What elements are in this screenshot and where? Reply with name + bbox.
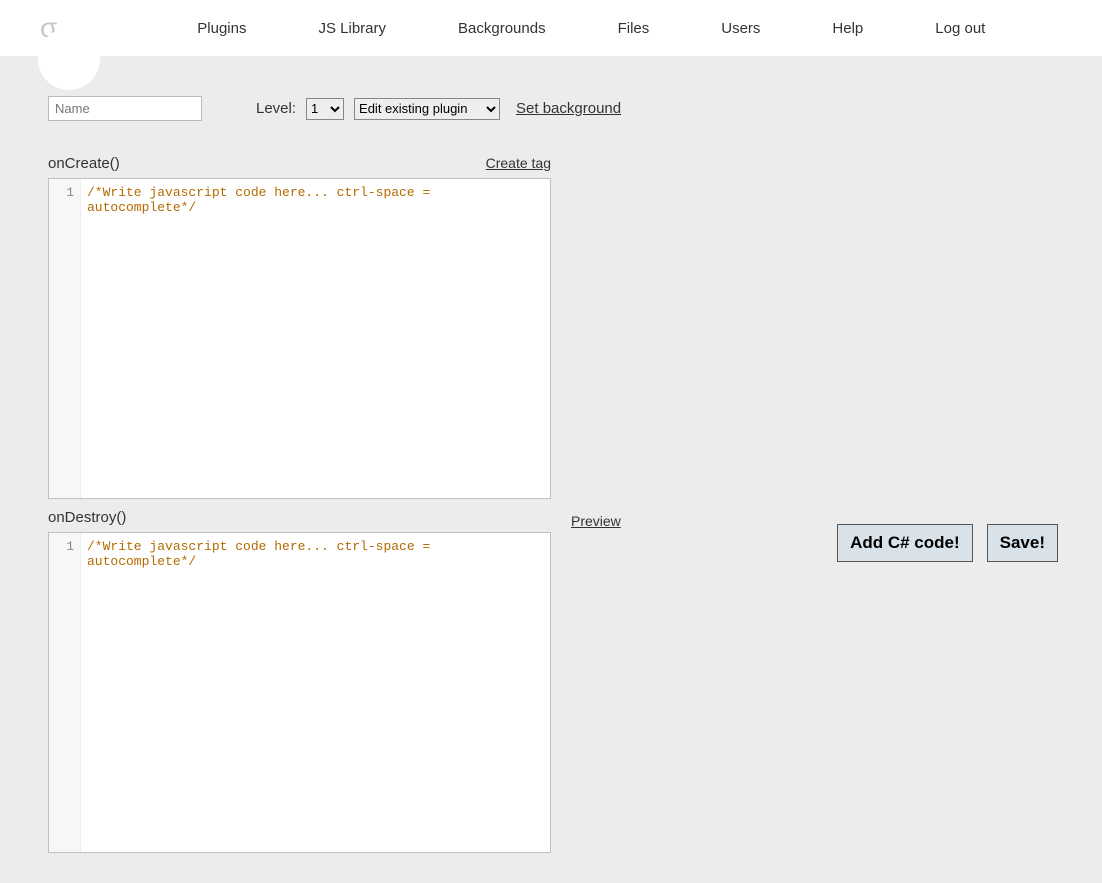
nav-jslibrary[interactable]: JS Library xyxy=(318,20,386,37)
plugin-mode-select[interactable]: Edit existing plugin xyxy=(354,98,500,120)
name-input[interactable] xyxy=(48,96,202,121)
level-label: Level: xyxy=(256,100,296,117)
nav-users[interactable]: Users xyxy=(721,20,760,37)
action-buttons: Add C# code! Save! xyxy=(837,524,1058,562)
oncreate-code[interactable]: /*Write javascript code here... ctrl-spa… xyxy=(81,179,550,498)
top-nav-bar: σ Plugins JS Library Backgrounds Files U… xyxy=(0,0,1102,56)
oncreate-block: onCreate() Create tag 1 /*Write javascri… xyxy=(48,155,551,499)
ondestroy-code[interactable]: /*Write javascript code here... ctrl-spa… xyxy=(81,533,550,852)
nav-logout[interactable]: Log out xyxy=(935,20,985,37)
oncreate-label: onCreate() xyxy=(48,155,120,172)
ondestroy-gutter: 1 xyxy=(49,533,81,852)
ondestroy-label: onDestroy() xyxy=(48,509,126,526)
create-tag-link[interactable]: Create tag xyxy=(486,155,551,171)
set-background-link[interactable]: Set background xyxy=(516,100,621,117)
add-csharp-button[interactable]: Add C# code! xyxy=(837,524,973,562)
ondestroy-block: onDestroy() 1 /*Write javascript code he… xyxy=(48,509,551,853)
oncreate-header: onCreate() Create tag xyxy=(48,155,551,172)
level-select[interactable]: 1 xyxy=(306,98,344,120)
nav-backgrounds[interactable]: Backgrounds xyxy=(458,20,546,37)
nav-help[interactable]: Help xyxy=(832,20,863,37)
settings-row: Level: 1 Edit existing plugin Set backgr… xyxy=(48,96,1054,121)
preview-link[interactable]: Preview xyxy=(571,513,621,529)
logo-circle xyxy=(38,28,100,90)
nav-plugins[interactable]: Plugins xyxy=(197,20,246,37)
ondestroy-editor[interactable]: 1 /*Write javascript code here... ctrl-s… xyxy=(48,532,551,853)
save-button[interactable]: Save! xyxy=(987,524,1058,562)
preview-col: Preview xyxy=(571,509,621,529)
oncreate-gutter: 1 xyxy=(49,179,81,498)
ondestroy-header: onDestroy() xyxy=(48,509,551,526)
oncreate-editor[interactable]: 1 /*Write javascript code here... ctrl-s… xyxy=(48,178,551,499)
nav-files[interactable]: Files xyxy=(618,20,650,37)
nav-menu: Plugins JS Library Backgrounds Files Use… xyxy=(197,20,1062,37)
main-content: Level: 1 Edit existing plugin Set backgr… xyxy=(0,56,1102,883)
